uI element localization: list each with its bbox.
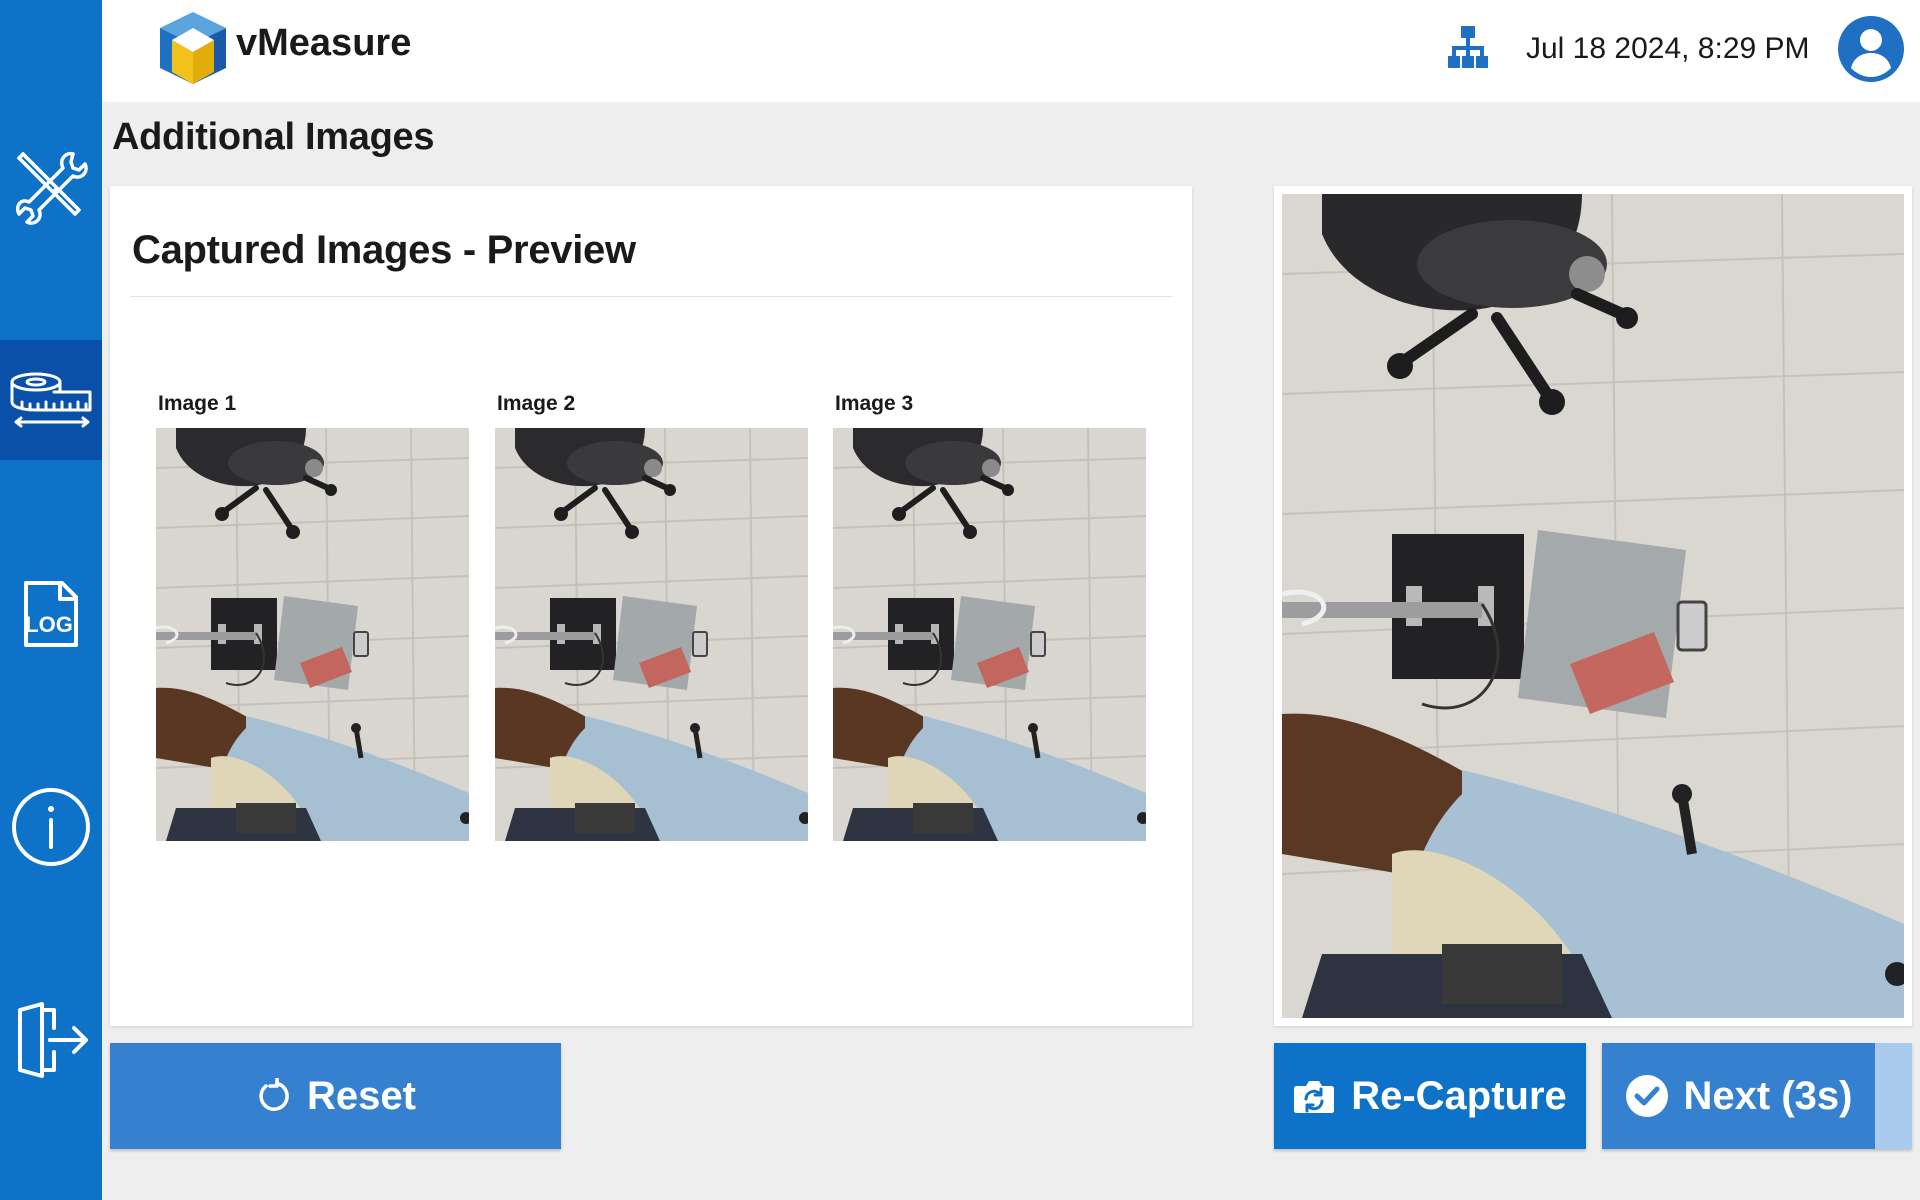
page-title: Additional Images <box>112 116 435 158</box>
thumbnail-label: Image 2 <box>497 392 576 415</box>
vmeasure-logo <box>160 12 226 84</box>
info-icon <box>12 788 90 866</box>
sidebar-item-log[interactable]: LOG <box>0 554 102 674</box>
reset-button[interactable]: Reset <box>110 1043 561 1149</box>
thumbnail-image-1[interactable]: Image 1 <box>156 392 469 841</box>
reset-icon <box>259 1078 289 1111</box>
live-preview-frame <box>1274 186 1912 1026</box>
reset-label: Reset <box>307 1073 416 1118</box>
next-label: Next (3s) <box>1683 1073 1853 1118</box>
app-name: vMeasure <box>236 22 412 64</box>
recapture-label: Re-Capture <box>1351 1073 1567 1118</box>
divider <box>130 296 1172 297</box>
camera-refresh-icon <box>1294 1081 1335 1113</box>
recapture-button[interactable]: Re-Capture <box>1274 1043 1586 1149</box>
user-avatar-icon[interactable] <box>1838 16 1904 82</box>
check-circle-icon <box>1625 1075 1668 1117</box>
next-button[interactable]: Next (3s) <box>1602 1043 1912 1149</box>
log-file-icon: LOG <box>24 581 78 647</box>
sidebar-item-measure[interactable] <box>0 340 102 460</box>
captured-image <box>156 428 469 841</box>
captured-images-preview-card: Captured Images - Preview Image 1 Image … <box>110 186 1192 1026</box>
thumbnail-label: Image 1 <box>158 392 237 415</box>
log-label: LOG <box>25 612 73 637</box>
measuring-tape-icon <box>10 372 92 428</box>
sidebar: LOG <box>0 0 102 1200</box>
tools-icon <box>16 151 88 225</box>
network-icon[interactable] <box>1448 26 1488 72</box>
sidebar-item-logout[interactable] <box>0 980 102 1100</box>
thumbnail-image-2[interactable]: Image 2 <box>495 392 808 841</box>
live-camera-image <box>1282 194 1904 1018</box>
sidebar-item-info[interactable] <box>0 767 102 887</box>
card-title: Captured Images - Preview <box>132 228 636 272</box>
top-bar: vMeasure Jul 18 2024, 8:29 PM <box>102 0 1920 102</box>
captured-image <box>833 428 1146 841</box>
logout-icon <box>18 1002 88 1078</box>
datetime: Jul 18 2024, 8:29 PM <box>1526 32 1810 65</box>
thumbnail-label: Image 3 <box>835 392 914 415</box>
sidebar-item-tools[interactable] <box>0 126 102 246</box>
thumbnail-image-3[interactable]: Image 3 <box>833 392 1146 841</box>
captured-image <box>495 428 808 841</box>
